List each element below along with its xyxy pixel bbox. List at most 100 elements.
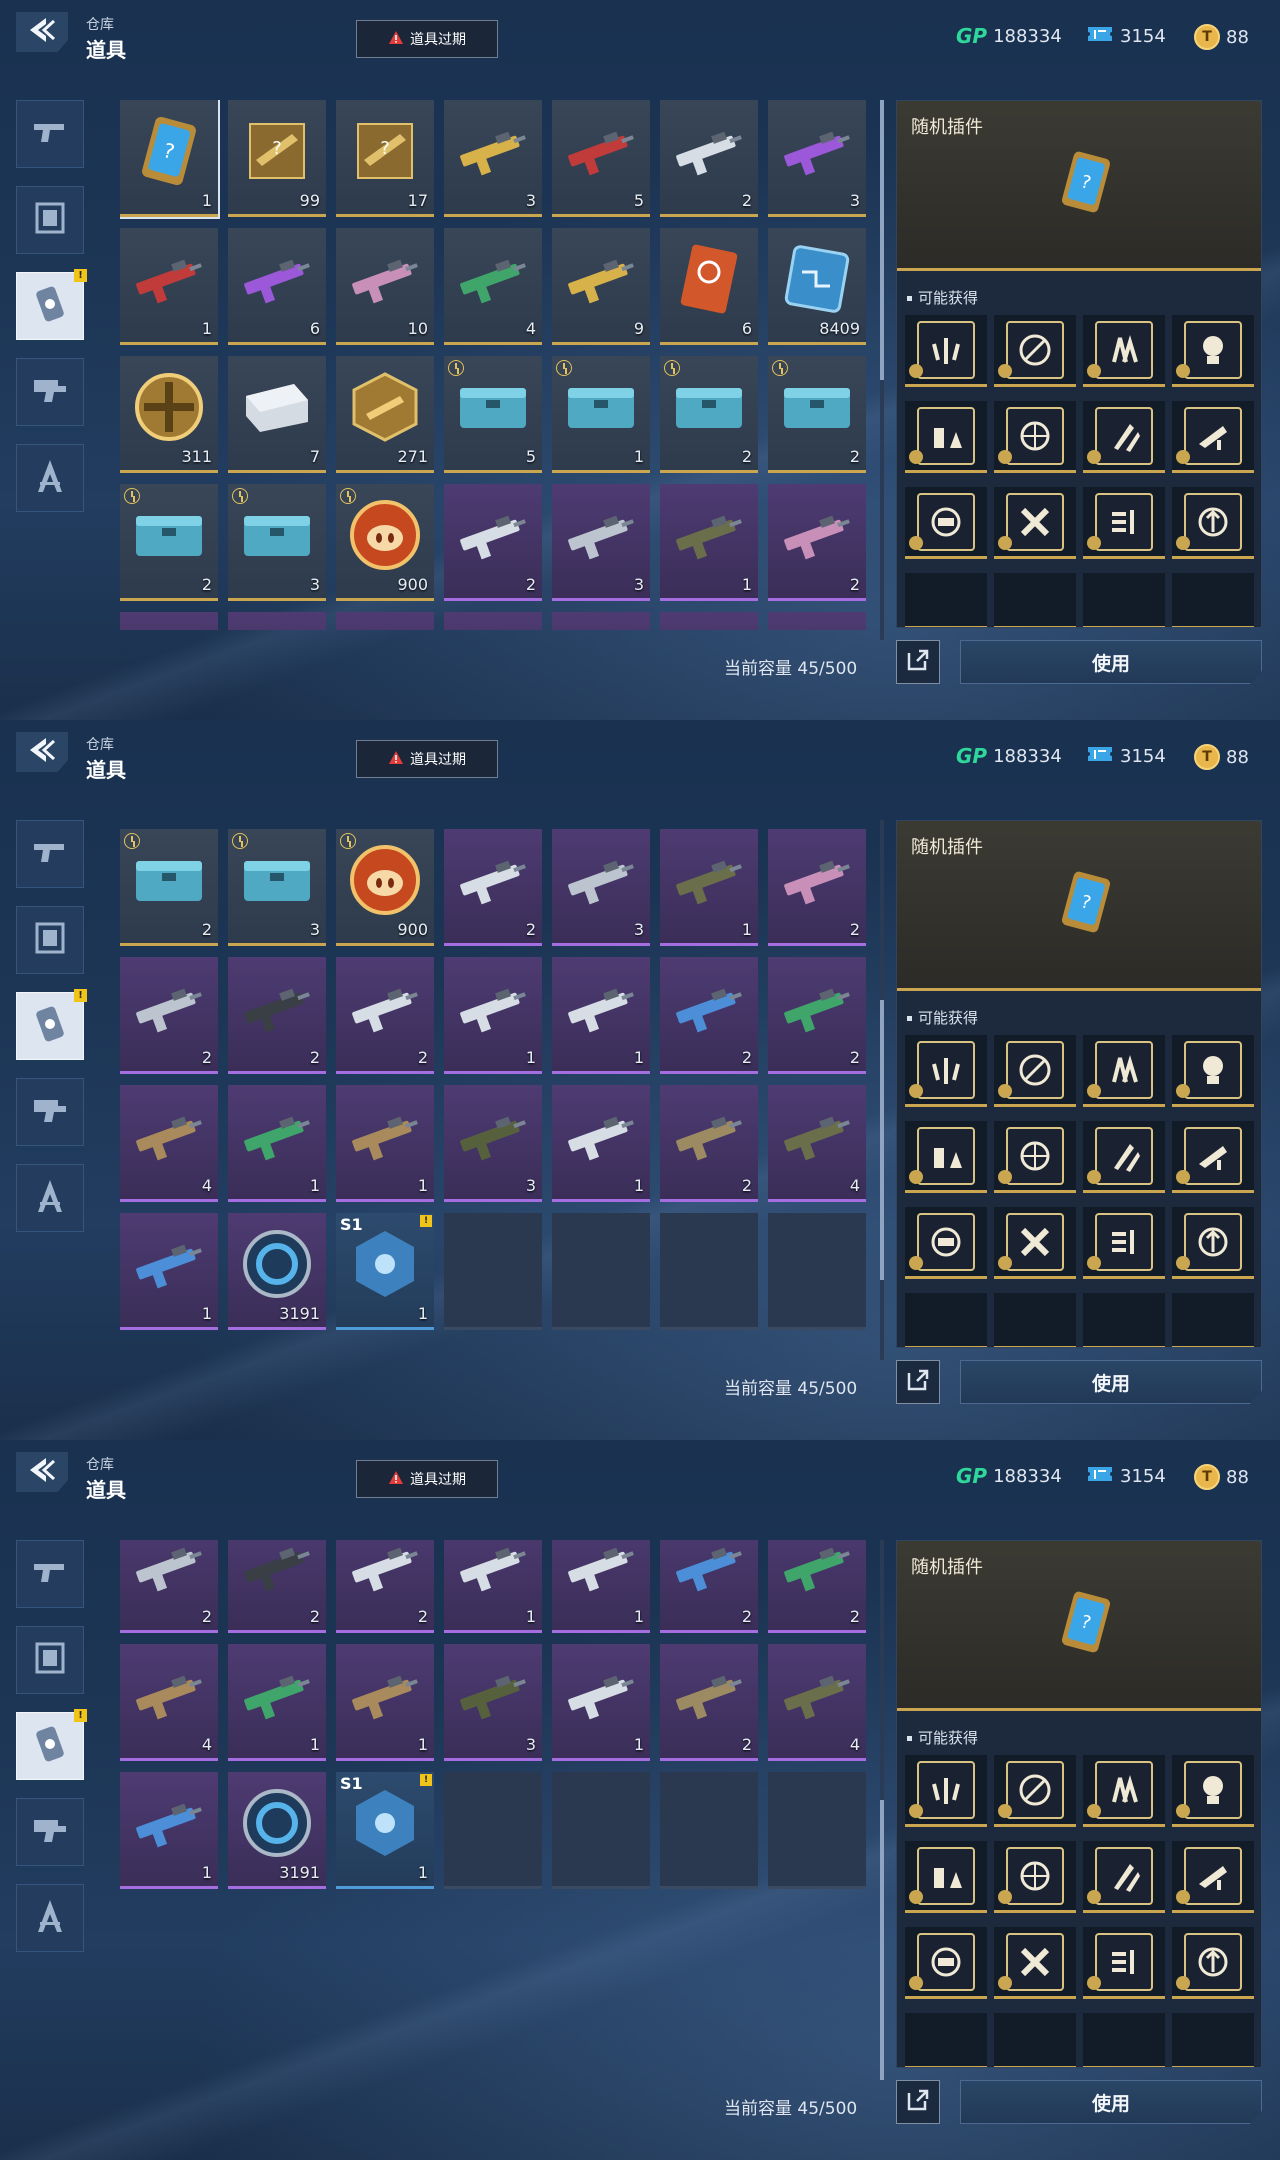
- item-slot[interactable]: 3191: [228, 1213, 326, 1330]
- item-slot[interactable]: 1: [552, 1540, 650, 1633]
- sidebar-tab-chip-card[interactable]: !: [16, 1709, 87, 1780]
- item-slot[interactable]: 1: [120, 228, 218, 345]
- item-slot[interactable]: 2: [660, 612, 758, 630]
- reward-slot[interactable]: [994, 401, 1076, 473]
- item-slot[interactable]: 1: [336, 1085, 434, 1202]
- item-slot[interactable]: 2: [228, 1540, 326, 1633]
- reward-slot[interactable]: [905, 1121, 987, 1193]
- item-slot[interactable]: 1: [120, 1213, 218, 1330]
- item-slot[interactable]: ? 17: [336, 100, 434, 217]
- back-button[interactable]: [16, 1452, 68, 1492]
- sidebar-tab-pistol[interactable]: [16, 100, 84, 168]
- item-slot[interactable]: 2: [228, 957, 326, 1074]
- item-slot[interactable]: 3: [444, 1085, 542, 1202]
- item-slot[interactable]: 7: [228, 356, 326, 473]
- reward-slot[interactable]: [1172, 487, 1254, 559]
- share-button[interactable]: [896, 640, 940, 684]
- item-slot[interactable]: 2: [336, 957, 434, 1074]
- item-slot[interactable]: 1: [444, 612, 542, 630]
- item-slot[interactable]: 2: [768, 829, 866, 946]
- reward-slot[interactable]: [994, 1755, 1076, 1827]
- scroll-thumb[interactable]: [880, 1800, 884, 2080]
- reward-slot[interactable]: [905, 401, 987, 473]
- reward-slot[interactable]: [905, 487, 987, 559]
- reward-slot[interactable]: [905, 1841, 987, 1913]
- item-slot[interactable]: 900: [336, 829, 434, 946]
- item-slot[interactable]: ? 99: [228, 100, 326, 217]
- reward-slot[interactable]: [1083, 1121, 1165, 1193]
- reward-slot[interactable]: [905, 1035, 987, 1107]
- reward-slot[interactable]: [1172, 573, 1254, 627]
- share-button[interactable]: [896, 1360, 940, 1404]
- item-slot[interactable]: 2: [660, 100, 758, 217]
- item-slot[interactable]: 4: [768, 1085, 866, 1202]
- reward-slot[interactable]: [905, 1927, 987, 1999]
- scroll-thumb[interactable]: [880, 100, 884, 380]
- scroll-thumb[interactable]: [880, 1000, 884, 1280]
- item-slot[interactable]: 900: [336, 484, 434, 601]
- reward-slot[interactable]: [1172, 2013, 1254, 2067]
- item-slot[interactable]: 2: [120, 957, 218, 1074]
- reward-slot[interactable]: [1083, 315, 1165, 387]
- reward-slot[interactable]: [994, 487, 1076, 559]
- item-slot[interactable]: 271: [336, 356, 434, 473]
- item-slot[interactable]: 2: [120, 829, 218, 946]
- reward-slot[interactable]: [994, 2013, 1076, 2067]
- reward-slot[interactable]: [1172, 1927, 1254, 1999]
- item-slot[interactable]: 3: [228, 829, 326, 946]
- item-slot[interactable]: 3: [768, 100, 866, 217]
- sidebar-tab-compass[interactable]: [16, 1164, 84, 1232]
- item-slot[interactable]: 2: [660, 356, 758, 473]
- item-slot[interactable]: 1: [552, 356, 650, 473]
- reward-slot[interactable]: [1083, 1035, 1165, 1107]
- sidebar-tab-compass[interactable]: [16, 444, 84, 512]
- item-slot[interactable]: 1: [336, 1644, 434, 1761]
- item-slot[interactable]: 3: [444, 1644, 542, 1761]
- sidebar-tab-pistol[interactable]: [16, 1540, 84, 1608]
- item-slot[interactable]: 2: [336, 612, 434, 630]
- use-button[interactable]: 使用: [960, 2080, 1262, 2124]
- reward-slot[interactable]: [994, 573, 1076, 627]
- item-slot[interactable]: 1: [228, 1644, 326, 1761]
- use-button[interactable]: 使用: [960, 640, 1262, 684]
- item-expire-button[interactable]: 道具过期: [356, 740, 498, 778]
- reward-slot[interactable]: [994, 1035, 1076, 1107]
- item-slot[interactable]: 2: [444, 484, 542, 601]
- item-slot[interactable]: 6: [660, 228, 758, 345]
- item-slot[interactable]: 2: [768, 612, 866, 630]
- reward-slot[interactable]: [1083, 1927, 1165, 1999]
- item-slot[interactable]: 1: [660, 829, 758, 946]
- sidebar-tab-chip-card[interactable]: !: [16, 269, 87, 340]
- grid-scrollbar[interactable]: [880, 1540, 884, 2080]
- item-slot[interactable]: 2: [120, 484, 218, 601]
- back-button[interactable]: [16, 12, 68, 52]
- item-slot[interactable]: 2: [660, 1540, 758, 1633]
- back-button[interactable]: [16, 732, 68, 772]
- reward-slot[interactable]: [905, 1755, 987, 1827]
- reward-slot[interactable]: [1172, 1207, 1254, 1279]
- item-slot[interactable]: 10: [336, 228, 434, 345]
- item-slot[interactable]: ? 1: [120, 100, 220, 219]
- item-slot[interactable]: 3: [228, 484, 326, 601]
- use-button[interactable]: 使用: [960, 1360, 1262, 1404]
- share-button[interactable]: [896, 2080, 940, 2124]
- reward-slot[interactable]: [1172, 1841, 1254, 1913]
- reward-slot[interactable]: [994, 1121, 1076, 1193]
- item-expire-button[interactable]: 道具过期: [356, 20, 498, 58]
- item-slot[interactable]: 1: [552, 957, 650, 1074]
- item-slot[interactable]: 4: [444, 228, 542, 345]
- sidebar-tab-gun-part[interactable]: [16, 358, 84, 426]
- reward-slot[interactable]: [905, 1293, 987, 1347]
- item-slot[interactable]: 311: [120, 356, 218, 473]
- item-slot[interactable]: 1: [552, 1085, 650, 1202]
- item-expire-button[interactable]: 道具过期: [356, 1460, 498, 1498]
- sidebar-tab-compass[interactable]: [16, 1884, 84, 1952]
- sidebar-tab-chip-card[interactable]: !: [16, 989, 87, 1060]
- sidebar-tab-frame[interactable]: [16, 1626, 84, 1694]
- item-slot[interactable]: 1: [552, 1644, 650, 1761]
- item-slot[interactable]: 2: [120, 1540, 218, 1633]
- item-slot[interactable]: 1: [444, 1540, 542, 1633]
- reward-slot[interactable]: [1172, 1755, 1254, 1827]
- item-slot[interactable]: 2: [660, 1644, 758, 1761]
- reward-slot[interactable]: [1083, 487, 1165, 559]
